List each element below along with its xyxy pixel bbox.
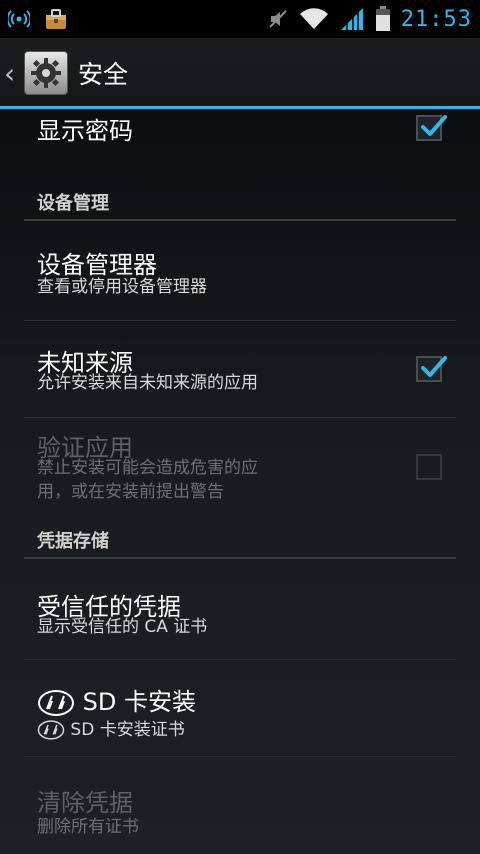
wireless-icon [8, 9, 30, 29]
pref-summary-line2: 用，或在安装前提出警告 [37, 482, 224, 502]
pref-verify-apps: 验证应用 禁止安装可能会造成危害的应 用，或在安装前提出警告 [24, 418, 456, 513]
sd-logo-icon [37, 720, 65, 740]
pref-clear-credentials: 清除凭据 删除所有证书 [24, 757, 456, 854]
sd-logo-icon [38, 690, 74, 716]
category-title: 凭据存储 [37, 531, 109, 552]
pref-title: 显示密码 [37, 117, 133, 145]
pref-summary: 允许安装来自未知来源的应用 [37, 373, 258, 393]
pref-title: 清除凭据 [37, 789, 133, 817]
battery-icon [375, 6, 391, 32]
pref-summary: 查看或停用设备管理器 [37, 277, 207, 297]
back-chevron-icon[interactable]: ‹ [4, 57, 22, 90]
checkmark-icon [421, 356, 447, 377]
pref-summary: 显示受信任的 CA 证书 [37, 617, 208, 637]
pref-device-admins[interactable]: 设备管理器 查看或停用设备管理器 [24, 223, 456, 321]
category-device-admin: 设备管理 [24, 189, 456, 221]
pref-title-text: SD 卡安装 [82, 688, 196, 716]
category-title: 设备管理 [37, 193, 109, 214]
settings-gear-icon[interactable] [24, 51, 68, 95]
wifi-icon [299, 8, 329, 30]
toolbox-icon [44, 8, 68, 30]
pref-show-password[interactable]: 显示密码 [24, 109, 456, 149]
pref-summary-text: SD 卡安装证书 [70, 720, 185, 740]
status-bar: 21:53 [0, 0, 480, 38]
pref-summary: SD 卡安装证书 [37, 718, 185, 742]
checkmark-icon [421, 115, 447, 136]
settings-list[interactable]: 显示密码 设备管理 设备管理器 查看或停用设备管理器 未知来源 允许安装来自未知… [0, 109, 480, 854]
verify-apps-checkbox [416, 454, 442, 480]
mute-icon [267, 8, 289, 30]
show-password-checkbox[interactable] [416, 115, 447, 141]
category-credential-storage: 凭据存储 [24, 527, 456, 559]
pref-trusted-credentials[interactable]: 受信任的凭据 显示受信任的 CA 证书 [24, 561, 456, 660]
unknown-sources-checkbox[interactable] [416, 356, 447, 382]
pref-summary-line1: 禁止安装可能会造成危害的应 [37, 458, 258, 478]
pref-summary: 删除所有证书 [37, 817, 139, 837]
pref-title: SD 卡安装 [37, 682, 196, 717]
signal-icon [339, 7, 365, 31]
page-title: 安全 [78, 60, 129, 89]
pref-sd-install[interactable]: SD 卡安装 SD 卡安装证书 [24, 660, 456, 757]
pref-unknown-sources[interactable]: 未知来源 允许安装来自未知来源的应用 [24, 321, 456, 418]
action-bar: ‹ 安全 [0, 38, 480, 108]
status-clock: 21:53 [400, 6, 472, 32]
